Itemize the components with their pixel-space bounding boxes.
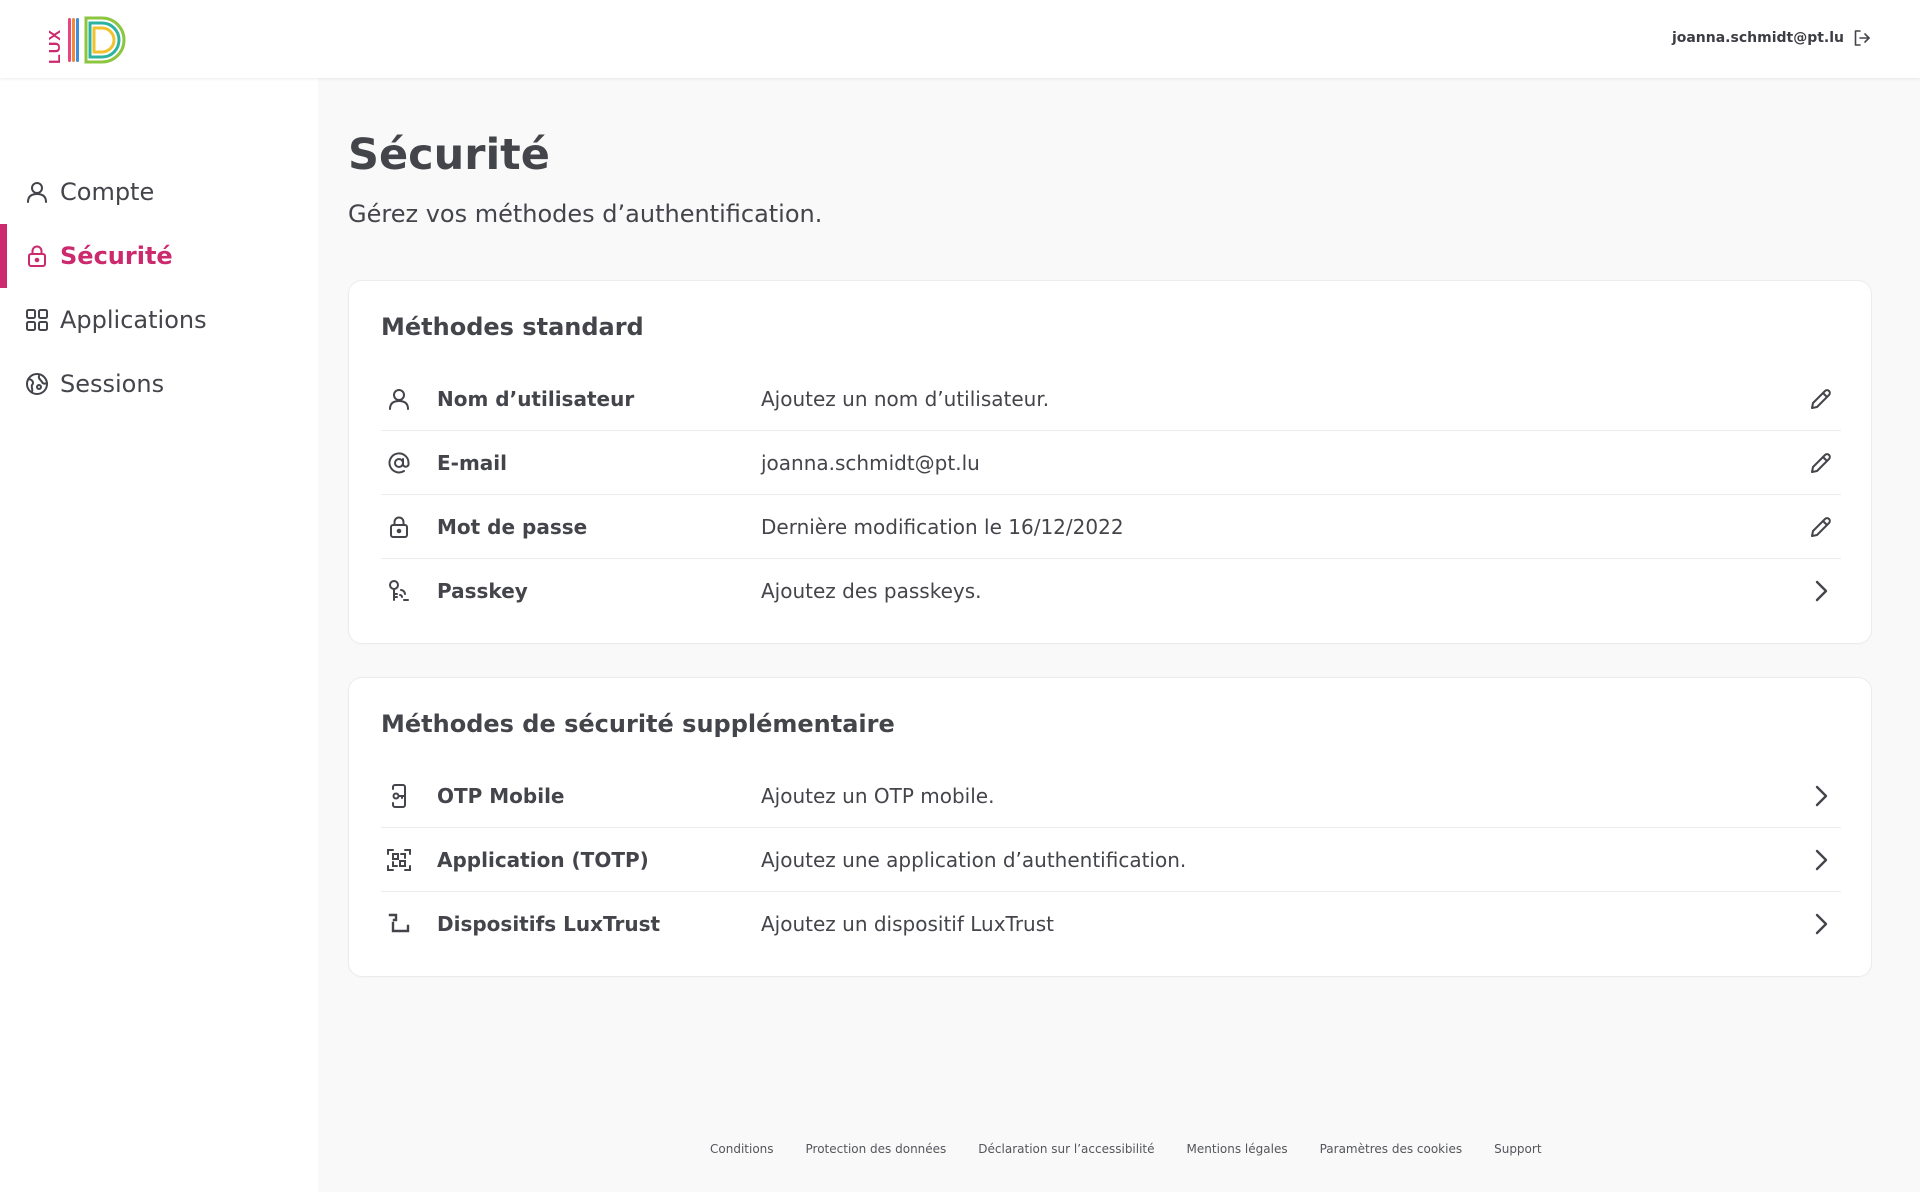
row-value: Dernière modification le 16/12/2022 xyxy=(761,514,1124,539)
additional-methods-card: Méthodes de sécurité supplémentaire OTP … xyxy=(348,677,1872,977)
svg-text:LUX: LUX xyxy=(47,29,64,64)
password-row[interactable]: Mot de passe Dernière modification le 16… xyxy=(381,495,1841,559)
card-title: Méthodes de sécurité supplémentaire xyxy=(381,710,895,738)
sidebar-item-label: Sécurité xyxy=(60,242,173,270)
logout-icon[interactable] xyxy=(1852,28,1872,48)
edit-icon[interactable] xyxy=(1805,447,1837,479)
footer-link-data-protection[interactable]: Protection des données xyxy=(806,1142,947,1156)
chevron-right-icon[interactable] xyxy=(1805,908,1837,940)
sidebar-item-compte[interactable]: Compte xyxy=(0,160,318,224)
footer-link-legal[interactable]: Mentions légales xyxy=(1187,1142,1288,1156)
globe-icon xyxy=(24,371,50,397)
luxid-logo-graphic: LUX xyxy=(47,16,126,64)
sidebar: Compte Sécurité Applications Sessions xyxy=(0,78,318,1192)
sidebar-item-sessions[interactable]: Sessions xyxy=(0,352,318,416)
row-label: Passkey xyxy=(437,579,528,603)
sidebar-item-label: Applications xyxy=(60,306,207,334)
row-value: Ajoutez un dispositif LuxTrust xyxy=(761,912,1054,936)
row-value: joanna.schmidt@pt.lu xyxy=(761,450,980,475)
footer-link-accessibility[interactable]: Déclaration sur l’accessibilité xyxy=(978,1142,1154,1156)
page-title: Sécurité xyxy=(348,130,550,180)
sidebar-item-applications[interactable]: Applications xyxy=(0,288,318,352)
row-label: Dispositifs LuxTrust xyxy=(437,912,661,936)
footer-link-cookies[interactable]: Paramètres des cookies xyxy=(1320,1142,1463,1156)
email-row[interactable]: E-mail joanna.schmidt@pt.lu xyxy=(381,431,1841,495)
passkey-icon xyxy=(383,575,415,607)
row-label: OTP Mobile xyxy=(437,783,565,808)
row-label: Application (TOTP) xyxy=(437,847,649,872)
sidebar-item-securite[interactable]: Sécurité xyxy=(0,224,318,288)
lock-icon xyxy=(24,243,50,269)
top-header: LUX joanna.schmidt@pt.lu xyxy=(0,0,1920,78)
qr-scan-icon xyxy=(383,844,415,876)
standard-methods-card: Méthodes standard Nom d’utilisateur Ajou… xyxy=(348,280,1872,644)
row-value: Ajoutez un nom d’utilisateur. xyxy=(761,386,1050,411)
user-menu: joanna.schmidt@pt.lu xyxy=(1672,28,1872,48)
chevron-right-icon[interactable] xyxy=(1805,575,1837,607)
totp-app-row[interactable]: Application (TOTP) Ajoutez une applicati… xyxy=(381,828,1841,892)
user-icon xyxy=(24,179,50,205)
luxid-logo[interactable]: LUX xyxy=(46,14,140,66)
passkey-row[interactable]: Passkey Ajoutez des passkeys. xyxy=(381,559,1841,623)
username-row[interactable]: Nom d’utilisateur Ajoutez un nom d’utili… xyxy=(381,367,1841,431)
otp-mobile-row[interactable]: OTP Mobile Ajoutez un OTP mobile. xyxy=(381,764,1841,828)
lock-icon xyxy=(383,511,415,543)
row-value: Ajoutez une application d’authentificati… xyxy=(761,847,1187,872)
edit-icon[interactable] xyxy=(1805,511,1837,543)
row-value: Ajoutez des passkeys. xyxy=(761,579,982,603)
user-email: joanna.schmidt@pt.lu xyxy=(1671,30,1844,46)
chevron-right-icon[interactable] xyxy=(1805,780,1837,812)
grid-icon xyxy=(24,307,50,333)
luxtrust-devices-row[interactable]: Dispositifs LuxTrust Ajoutez un disposit… xyxy=(381,892,1841,956)
sidebar-item-label: Sessions xyxy=(60,370,165,398)
row-label: Nom d’utilisateur xyxy=(437,386,635,411)
row-label: E-mail xyxy=(437,450,508,475)
row-value: Ajoutez un OTP mobile. xyxy=(761,783,995,808)
footer-link-support[interactable]: Support xyxy=(1494,1142,1541,1156)
footer-links: Conditions Protection des données Déclar… xyxy=(710,1142,1542,1156)
card-title: Méthodes standard xyxy=(381,313,644,341)
row-label: Mot de passe xyxy=(437,514,588,539)
user-icon xyxy=(383,383,415,415)
chevron-right-icon[interactable] xyxy=(1805,844,1837,876)
luxtrust-icon xyxy=(383,908,415,940)
edit-icon[interactable] xyxy=(1805,383,1837,415)
at-icon xyxy=(383,447,415,479)
mobile-key-icon xyxy=(383,780,415,812)
page-subtitle: Gérez vos méthodes d’authentification. xyxy=(348,200,823,228)
sidebar-item-label: Compte xyxy=(60,178,155,206)
footer-link-conditions[interactable]: Conditions xyxy=(710,1142,774,1156)
